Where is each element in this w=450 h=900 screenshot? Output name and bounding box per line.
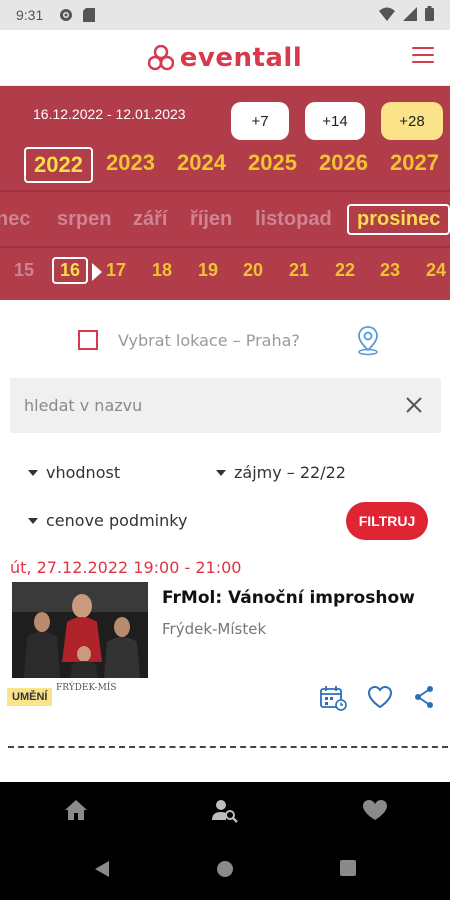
caret-down-icon (216, 469, 226, 476)
month-item-rijen[interactable]: říjen (190, 208, 232, 231)
year-item-2027[interactable]: 2027 (390, 150, 439, 176)
day-item-24[interactable]: 24 (426, 260, 446, 281)
favorite-heart-icon[interactable] (366, 684, 394, 714)
sd-card-icon (83, 8, 96, 22)
divider (0, 246, 450, 248)
year-item-2024[interactable]: 2024 (177, 150, 226, 176)
today-arrow-icon (92, 263, 102, 281)
caret-down-icon (28, 469, 38, 476)
location-checkbox[interactable] (78, 330, 98, 350)
share-icon[interactable] (412, 684, 436, 714)
logo-icon (147, 44, 174, 70)
range-chip-plus-28[interactable]: +28 (381, 102, 443, 140)
app-logo[interactable]: eventall (147, 42, 303, 73)
location-row: Vybrat lokace – Praha? (0, 324, 450, 358)
day-item-17[interactable]: 17 (106, 260, 126, 281)
location-pin-icon[interactable] (354, 324, 382, 360)
date-selector-panel: 16.12.2022 - 12.01.2023 +7 +14 +28 2022 … (0, 86, 450, 300)
event-image-caption: FRÝDEK-MÍS (56, 683, 117, 693)
logo-text: eventall (179, 42, 303, 73)
status-time: 9:31 (16, 7, 44, 23)
app-header: eventall (0, 30, 450, 86)
status-bar: 9:31 (0, 0, 450, 30)
price-filter[interactable]: cenove podminky (28, 511, 187, 530)
day-selector: 15 16 17 18 19 20 21 22 23 24 (0, 250, 450, 296)
day-item-22[interactable]: 22 (335, 260, 355, 281)
recents-icon[interactable] (340, 860, 356, 880)
month-item-prosinec[interactable]: prosinec (347, 204, 450, 235)
search-input[interactable] (22, 378, 392, 433)
clear-icon[interactable] (405, 396, 423, 418)
interests-filter-label: zájmy – 22/22 (234, 463, 346, 482)
bottom-navigation (0, 782, 450, 838)
suitability-filter[interactable]: vhodnost (28, 463, 120, 482)
year-item-2026[interactable]: 2026 (319, 150, 368, 176)
add-to-calendar-icon[interactable] (318, 684, 348, 716)
battery-icon (425, 6, 434, 24)
date-range-text: 16.12.2022 - 12.01.2023 (33, 106, 186, 122)
back-icon[interactable] (94, 860, 110, 882)
day-item-15[interactable]: 15 (14, 260, 34, 281)
divider (0, 190, 450, 192)
range-chip-plus-7[interactable]: +7 (231, 102, 289, 140)
day-item-20[interactable]: 20 (243, 260, 263, 281)
event-photo (12, 582, 148, 678)
event-datetime: út, 27.12.2022 19:00 - 21:00 (10, 558, 242, 577)
location-label: Vybrat lokace – Praha? (118, 331, 300, 350)
category-tag: UMĚNÍ (7, 688, 53, 706)
event-separator (8, 746, 448, 748)
system-navigation-bar (0, 838, 450, 900)
user-search-icon[interactable] (211, 798, 239, 828)
day-item-16[interactable]: 16 (52, 257, 89, 284)
year-selector: 2022 2023 2024 2025 2026 2027 (0, 146, 450, 188)
caret-down-icon (28, 517, 38, 524)
year-item-2022[interactable]: 2022 (24, 147, 93, 183)
month-item-listopad[interactable]: listopad (255, 208, 332, 231)
month-item-zari[interactable]: září (133, 208, 167, 231)
search-box (10, 378, 441, 433)
interests-filter[interactable]: zájmy – 22/22 (216, 463, 346, 482)
suitability-filter-label: vhodnost (46, 463, 121, 482)
month-selector: nec srpen září říjen listopad prosinec (0, 194, 450, 244)
day-item-23[interactable]: 23 (380, 260, 400, 281)
month-item-cervenec[interactable]: nec (0, 208, 30, 231)
gear-icon (59, 8, 73, 22)
signal-icon (403, 6, 417, 24)
price-filter-label: cenove podminky (46, 511, 188, 530)
wifi-icon (379, 7, 395, 24)
day-item-19[interactable]: 19 (198, 260, 218, 281)
event-title[interactable]: FrMol: Vánoční improshow (162, 588, 415, 608)
home-circle-icon[interactable] (216, 860, 234, 882)
home-icon[interactable] (63, 798, 89, 826)
date-range-row: 16.12.2022 - 12.01.2023 +7 +14 +28 (0, 94, 450, 140)
heart-icon[interactable] (361, 798, 389, 826)
day-item-18[interactable]: 18 (152, 260, 172, 281)
event-image[interactable] (12, 582, 148, 678)
range-chip-plus-14[interactable]: +14 (305, 102, 365, 140)
year-item-2023[interactable]: 2023 (106, 150, 155, 176)
day-item-21[interactable]: 21 (289, 260, 309, 281)
event-place: Frýdek-Místek (162, 620, 267, 638)
filter-button[interactable]: FILTRUJ (346, 502, 428, 540)
month-item-srpen[interactable]: srpen (57, 208, 111, 231)
year-item-2025[interactable]: 2025 (248, 150, 297, 176)
hamburger-menu-icon[interactable] (412, 47, 434, 65)
